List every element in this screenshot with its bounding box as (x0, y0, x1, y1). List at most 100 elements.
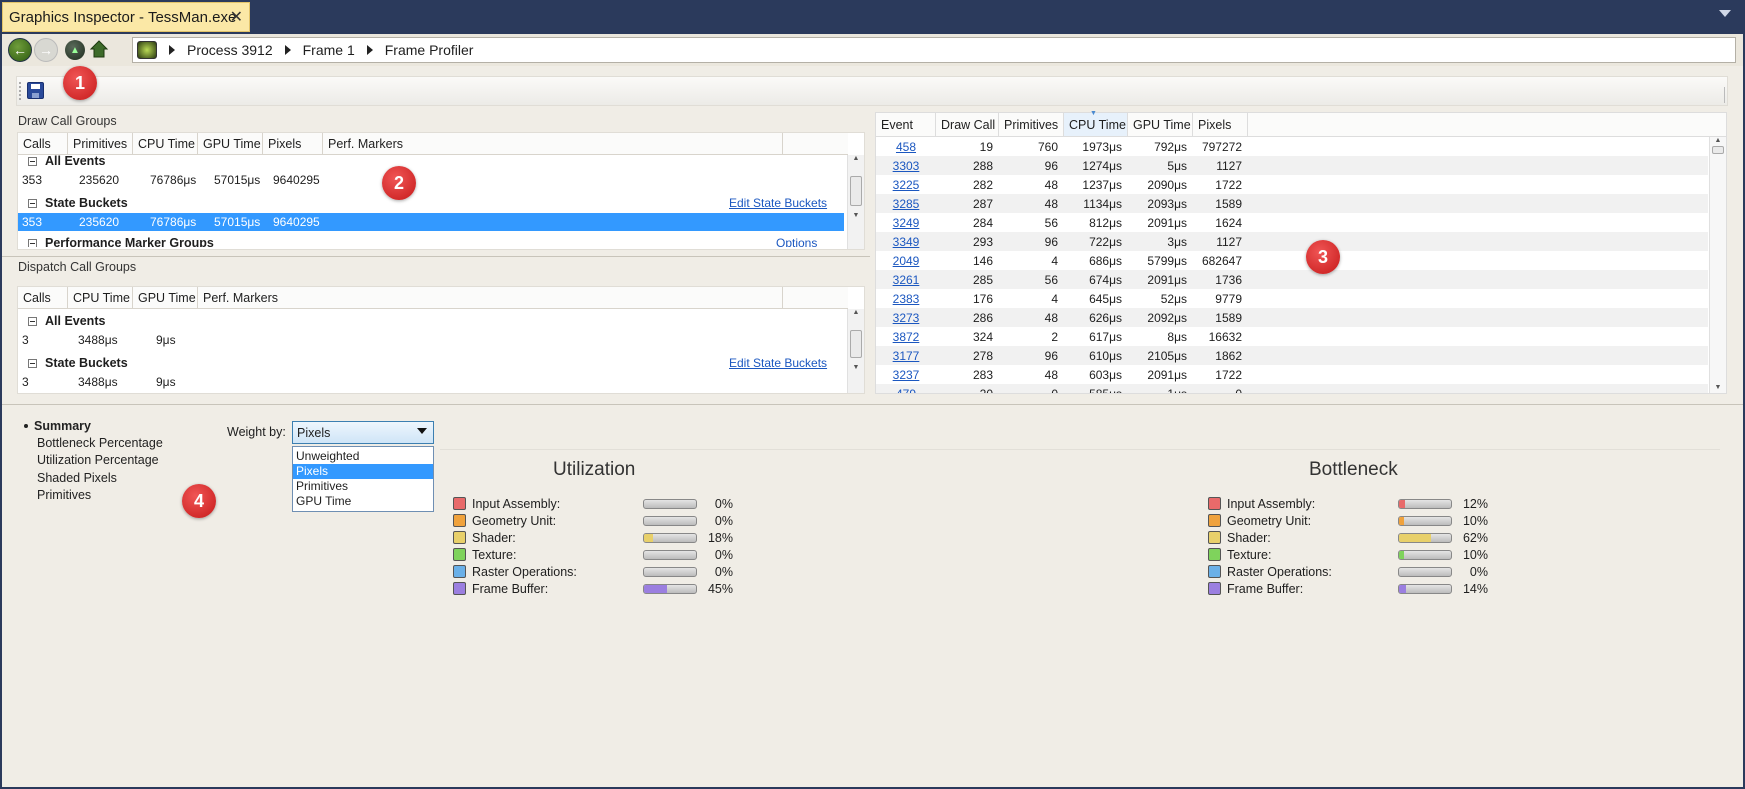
table-row[interactable]: 3285 287 48 1134μs 2093μs 1589 (876, 194, 1708, 213)
table-row-selected[interactable]: 353 235620 76786μs 57015μs 9640295 (18, 213, 844, 231)
table-row[interactable]: 479200585μs1μs0 (876, 384, 1708, 393)
toolbar-overflow-icon[interactable] (1713, 87, 1725, 103)
collapse-icon[interactable] (28, 198, 37, 208)
dispatch-call-groups-scrollbar[interactable]: ▲ ▼ (847, 309, 864, 393)
table-row[interactable]: 3 3488μs 9μs (18, 331, 848, 349)
column-header-gpu-time[interactable]: GPU Time (1128, 113, 1193, 136)
scrollbar-thumb[interactable] (1712, 146, 1724, 154)
breadcrumb-item-frame[interactable]: Frame 1 (303, 42, 355, 58)
column-header-pixels[interactable]: Pixels (263, 133, 323, 154)
scrollbar-thumb[interactable] (850, 330, 862, 358)
table-row[interactable]: 353 235620 76786μs 57015μs 9640295 (18, 171, 848, 189)
weight-by-select[interactable]: Pixels (292, 421, 434, 444)
summary-nav-item-summary[interactable]: Summary (24, 418, 194, 435)
column-header-cpu-time[interactable]: CPU Time (68, 287, 133, 308)
column-header-primitives[interactable]: Primitives (999, 113, 1064, 136)
breadcrumb-item-process[interactable]: Process 3912 (187, 42, 273, 58)
dropdown-option-pixels[interactable]: Pixels (293, 464, 433, 479)
cell-gpu-time: 2093μs (1147, 196, 1187, 211)
table-row[interactable]: 3349 293 96 722μs 3μs 1127 (876, 232, 1708, 251)
table-row[interactable]: 3872 324 2 617μs 8μs 16632 (876, 327, 1708, 346)
column-header-calls[interactable]: Calls (18, 133, 68, 154)
bottleneck-metric-row: Raster Operations: 0% (1208, 563, 1518, 580)
table-row[interactable]: 458 19 760 1973μs 792μs 797272 (876, 137, 1708, 156)
up-arrow-icon[interactable]: ▲ (65, 40, 85, 60)
forward-arrow-icon[interactable]: → (34, 38, 58, 62)
splitter[interactable] (2, 404, 1743, 405)
summary-nav-item-utilization-percentage[interactable]: Utilization Percentage (24, 453, 194, 470)
breadcrumb[interactable]: Process 3912 Frame 1 Frame Profiler (132, 37, 1736, 63)
dropdown-option-primitives[interactable]: Primitives (293, 479, 433, 494)
state-buckets-group[interactable]: State Buckets Edit State Buckets (18, 193, 848, 213)
divider (440, 449, 1720, 450)
column-header-primitives[interactable]: Primitives (68, 133, 133, 154)
summary-nav-item-primitives[interactable]: Primitives (24, 488, 194, 505)
edit-state-buckets-link[interactable]: Edit State Buckets (729, 196, 827, 210)
table-row[interactable]: 3237 283 48 603μs 2091μs 1722 (876, 365, 1708, 384)
table-row[interactable]: 3177 278 96 610μs 2105μs 1862 (876, 346, 1708, 365)
collapse-icon[interactable] (28, 358, 37, 368)
column-header-perf-markers[interactable]: Perf. Markers (198, 287, 783, 308)
save-icon[interactable] (27, 82, 44, 99)
table-row[interactable]: 3 3488μs 9μs (18, 373, 848, 391)
column-header-event[interactable]: Event (876, 113, 936, 136)
collapse-icon[interactable] (28, 238, 37, 247)
event-link[interactable]: 3273 (876, 311, 936, 325)
chevron-down-icon[interactable] (417, 428, 427, 434)
event-link[interactable]: 3225 (876, 178, 936, 192)
back-arrow-icon[interactable]: ← (8, 38, 32, 62)
event-link[interactable]: 479 (876, 387, 936, 394)
collapse-icon[interactable] (28, 316, 37, 326)
event-link[interactable]: 2383 (876, 292, 936, 306)
event-link[interactable]: 3349 (876, 235, 936, 249)
dropdown-option-gpu-time[interactable]: GPU Time (293, 494, 433, 509)
breadcrumb-item-frame-profiler[interactable]: Frame Profiler (385, 42, 474, 58)
table-row[interactable]: 3303 288 96 1274μs 5μs 1127 (876, 156, 1708, 175)
event-link[interactable]: 3177 (876, 349, 936, 363)
column-header-gpu-time[interactable]: GPU Time (133, 287, 198, 308)
metric-label: Texture: (1227, 547, 1272, 562)
column-header-calls[interactable]: Calls (18, 287, 68, 308)
column-header-gpu-time[interactable]: GPU Time (198, 133, 263, 154)
summary-nav-item-shaded-pixels[interactable]: Shaded Pixels (24, 471, 194, 488)
column-header-pixels[interactable]: Pixels (1193, 113, 1248, 136)
table-row[interactable]: 3273 286 48 626μs 2092μs 1589 (876, 308, 1708, 327)
event-link[interactable]: 3237 (876, 368, 936, 382)
event-link[interactable]: 3872 (876, 330, 936, 344)
column-header-draw-call[interactable]: Draw Call (936, 113, 999, 136)
column-header-perf-markers[interactable]: Perf. Markers (323, 133, 783, 154)
window-menu-icon[interactable] (1719, 10, 1731, 17)
event-link[interactable]: 3285 (876, 197, 936, 211)
collapse-icon[interactable] (28, 156, 37, 166)
all-events-group[interactable]: All Events (18, 155, 848, 171)
event-link[interactable]: 3303 (876, 159, 936, 173)
splitter[interactable] (2, 256, 870, 257)
table-row[interactable]: 3225 282 48 1237μs 2090μs 1722 (876, 175, 1708, 194)
state-buckets-group[interactable]: State Buckets Edit State Buckets (18, 353, 848, 373)
metric-bar-fill (644, 584, 668, 593)
options-link[interactable]: Options (776, 236, 817, 247)
close-icon[interactable]: ✕ (230, 7, 243, 27)
column-header-cpu-time-sorted[interactable]: CPU Time ▼ (1064, 110, 1128, 136)
draw-call-groups-scrollbar[interactable]: ▲ ▼ (847, 155, 864, 249)
edit-state-buckets-link[interactable]: Edit State Buckets (729, 356, 827, 370)
event-link[interactable]: 2049 (876, 254, 936, 268)
table-row[interactable]: 3261 285 56 674μs 2091μs 1736 (876, 270, 1708, 289)
summary-nav-item-bottleneck-percentage[interactable]: Bottleneck Percentage (24, 436, 194, 453)
toolbar-grip[interactable] (19, 82, 21, 100)
event-link[interactable]: 3261 (876, 273, 936, 287)
event-link[interactable]: 3249 (876, 216, 936, 230)
table-row[interactable]: 2383 176 4 645μs 52μs 9779 (876, 289, 1708, 308)
document-tab[interactable]: Graphics Inspector - TessMan.exe ✕ (2, 2, 250, 32)
column-header-cpu-time[interactable]: CPU Time (133, 133, 198, 154)
event-link[interactable]: 458 (876, 140, 936, 154)
performance-marker-groups-group[interactable]: Performance Marker Groups Options (18, 233, 848, 247)
table-row[interactable]: 3249 284 56 812μs 2091μs 1624 (876, 213, 1708, 232)
scrollbar-thumb[interactable] (850, 176, 862, 206)
table-row[interactable]: 2049 146 4 686μs 5799μs 682647 (876, 251, 1708, 270)
cell-cpu-time: 1237μs (1082, 177, 1122, 192)
all-events-group[interactable]: All Events (18, 311, 848, 331)
dropdown-option-unweighted[interactable]: Unweighted (293, 449, 433, 464)
events-scrollbar[interactable]: ▲ ▼ (1709, 137, 1726, 393)
home-icon[interactable] (89, 39, 109, 59)
